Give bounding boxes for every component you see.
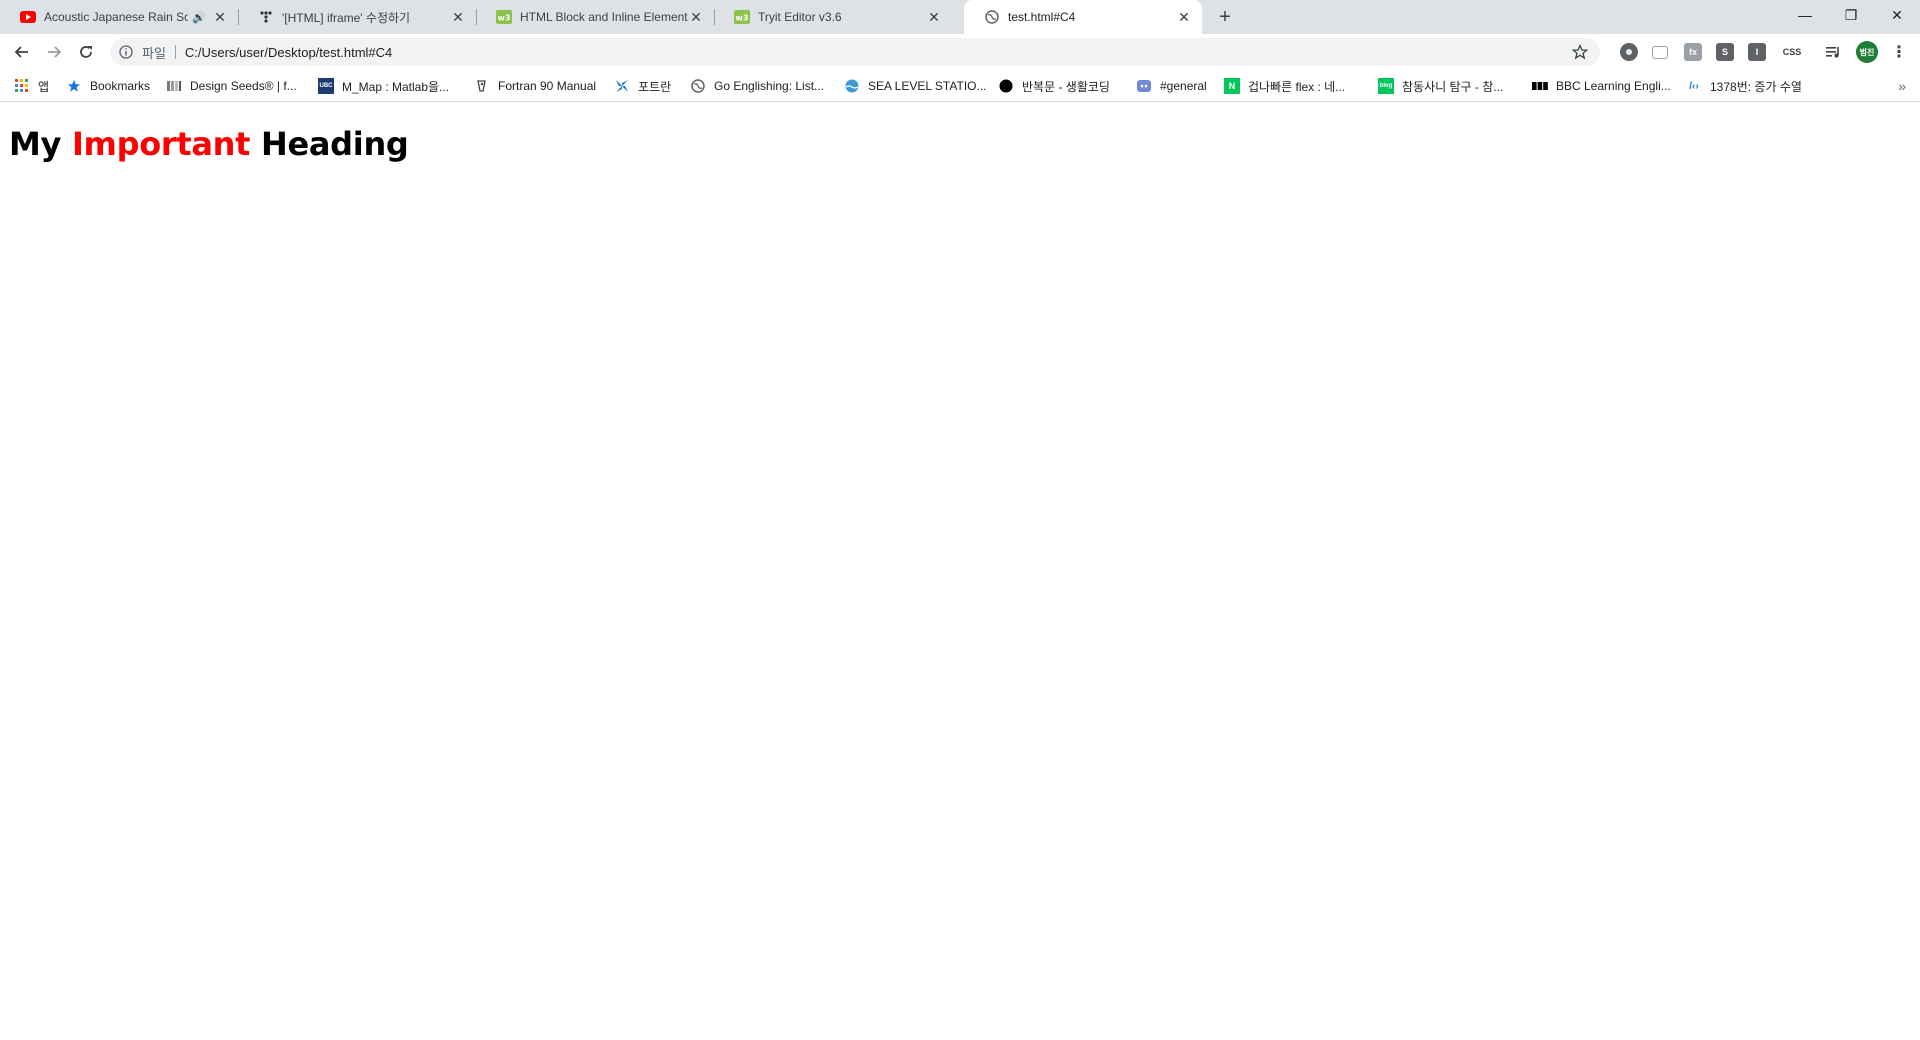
youtube-icon: [20, 9, 36, 25]
bookmark-opentutorials[interactable]: 반복문 - 생활코딩: [998, 70, 1110, 102]
bookmark-fortran-kr[interactable]: 포트란: [614, 70, 671, 102]
extension-window-icon[interactable]: [1652, 46, 1668, 59]
address-separator: [174, 45, 176, 59]
extension-fx-icon[interactable]: fx: [1684, 43, 1702, 61]
extension-i-icon[interactable]: I: [1748, 43, 1766, 61]
restore-button[interactable]: ❐: [1828, 0, 1874, 30]
bookmark-apps[interactable]: 앱: [14, 70, 49, 102]
star-icon: [66, 78, 82, 94]
bookmark-bbc-learning[interactable]: BBC Learning Engli...: [1532, 70, 1671, 102]
profile-avatar[interactable]: 범진: [1856, 41, 1878, 63]
ubc-icon: UBC: [318, 78, 334, 94]
bookmark-label: 1378번: 증가 수열: [1710, 79, 1802, 94]
arrow-left-icon: [14, 46, 28, 58]
bookmark-label: Bookmarks: [90, 79, 151, 93]
globe-icon: [984, 9, 1000, 25]
discord-icon: [1136, 78, 1152, 94]
close-tab-icon[interactable]: ✕: [688, 9, 704, 25]
menu-kebab-icon[interactable]: ⋮: [1890, 43, 1908, 61]
tab-title: Acoustic Japanese Rain Song: [44, 10, 189, 24]
heading-text-after: Heading: [250, 125, 409, 163]
new-tab-button[interactable]: +: [1214, 6, 1236, 28]
tab-tistory[interactable]: '[HTML] iframe' 수정하기 ✕: [238, 0, 477, 34]
media-queue-icon[interactable]: [1824, 43, 1842, 61]
extension-dot-icon[interactable]: [1620, 43, 1638, 61]
bookmark-star-icon[interactable]: [1571, 43, 1589, 60]
w3schools-icon: w3: [734, 9, 750, 25]
minimize-button[interactable]: —: [1782, 0, 1828, 30]
bookmark-bookmarks[interactable]: Bookmarks: [66, 70, 150, 102]
svg-text:w3: w3: [498, 14, 511, 23]
reload-button[interactable]: [74, 40, 98, 64]
bookmark-label: Design Seeds® | f...: [190, 79, 297, 93]
reload-icon: [80, 46, 92, 58]
tab-test-html-active[interactable]: test.html#C4 ✕: [964, 0, 1202, 34]
bookmark-fortran-manual[interactable]: Fortran 90 Manual: [474, 70, 596, 102]
bookmark-go-englishing[interactable]: Go Englishing: List...: [690, 70, 824, 102]
arrow-right-icon: [48, 46, 62, 58]
bookmark-naver-flex[interactable]: N 겁나빠른 flex : 네...: [1224, 70, 1345, 102]
tab-title: test.html#C4: [1008, 10, 1076, 24]
bookmarks-bar: 앱 Bookmarks Design Seeds® | f... UBC M_M…: [0, 70, 1920, 102]
forward-button[interactable]: [42, 40, 66, 64]
tab-title: HTML Block and Inline Elements: [520, 10, 688, 24]
close-tab-icon[interactable]: ✕: [1176, 9, 1192, 25]
fortran-icon: [474, 78, 490, 94]
globe-icon: [690, 78, 706, 94]
heading-highlight: Important: [71, 125, 251, 163]
address-bar[interactable]: 파일 C:/Users/user/Desktop/test.html#C4: [110, 38, 1600, 66]
heading-text-before: My: [9, 125, 72, 163]
apps-grid-icon: [14, 78, 30, 94]
bookmark-label: 참동사니 탐구 - 참...: [1402, 79, 1504, 94]
tab-w3schools-block-inline[interactable]: w3 HTML Block and Inline Elements ✕: [476, 0, 715, 34]
tab-title: '[HTML] iframe' 수정하기: [282, 10, 411, 25]
url-text[interactable]: C:/Users/user/Desktop/test.html#C4: [185, 45, 392, 60]
bookmark-design-seeds[interactable]: Design Seeds® | f...: [166, 70, 297, 102]
design-seeds-icon: [166, 78, 182, 94]
bookmark-label: 포트란: [638, 79, 672, 94]
page-viewport: My Important Heading: [0, 103, 1920, 1040]
tab-youtube[interactable]: Acoustic Japanese Rain Song 🔊 ✕: [0, 0, 239, 34]
audio-playing-icon[interactable]: 🔊: [192, 11, 206, 24]
sea-level-icon: [844, 78, 860, 94]
bookmark-label: M_Map : Matlab을...: [342, 79, 450, 94]
close-tab-icon[interactable]: ✕: [212, 9, 228, 25]
tab-tryit-editor[interactable]: w3 Tryit Editor v3.6 ✕: [714, 0, 952, 34]
bbc-icon: [1532, 78, 1548, 94]
tab-strip: Acoustic Japanese Rain Song 🔊 ✕ '[HTML] …: [0, 0, 1920, 34]
close-tab-icon[interactable]: ✕: [450, 9, 466, 25]
bookmark-discord-general[interactable]: #general: [1136, 70, 1207, 102]
bookmark-label: 앱: [38, 79, 50, 94]
naver-blog-icon: blog: [1378, 78, 1394, 94]
page-heading: My Important Heading: [9, 125, 409, 163]
bookmark-label: 겁나빠른 flex : 네...: [1248, 79, 1346, 94]
bookmark-m-map[interactable]: UBC M_Map : Matlab을...: [318, 70, 449, 102]
svg-text:w3: w3: [736, 14, 749, 23]
black-circle-icon: [998, 78, 1014, 94]
bookmark-label: 반복문 - 생활코딩: [1022, 79, 1110, 94]
w3schools-icon: w3: [496, 9, 512, 25]
bookmark-label: BBC Learning Engli...: [1556, 79, 1671, 93]
code-icon: /‹›: [1689, 80, 1699, 92]
bookmark-label: SEA LEVEL STATIO...: [868, 79, 987, 93]
tistory-icon: [258, 9, 274, 25]
tab-title: Tryit Editor v3.6: [758, 10, 842, 24]
bookmark-label: Go Englishing: List...: [714, 79, 825, 93]
close-window-button[interactable]: ✕: [1874, 0, 1920, 30]
bookmark-label: #general: [1160, 79, 1207, 93]
extension-s-icon[interactable]: S: [1716, 43, 1734, 61]
browser-toolbar: 파일 C:/Users/user/Desktop/test.html#C4 fx…: [0, 34, 1920, 70]
bookmark-naver-blog[interactable]: blog 참동사니 탐구 - 참...: [1378, 70, 1503, 102]
info-icon[interactable]: [118, 44, 134, 60]
bookmark-label: Fortran 90 Manual: [498, 79, 597, 93]
pinwheel-icon: [614, 78, 630, 94]
bookmark-sea-level[interactable]: SEA LEVEL STATIO...: [844, 70, 987, 102]
bookmarks-overflow-button[interactable]: »: [1898, 78, 1906, 94]
scheme-chip: 파일: [142, 45, 166, 61]
extension-css-icon[interactable]: CSS: [1780, 43, 1804, 61]
naver-icon: N: [1224, 78, 1240, 94]
back-button[interactable]: [10, 40, 34, 64]
close-tab-icon[interactable]: ✕: [926, 9, 942, 25]
bookmark-baekjoon-1378[interactable]: /‹› 1378번: 증가 수열: [1686, 70, 1802, 102]
